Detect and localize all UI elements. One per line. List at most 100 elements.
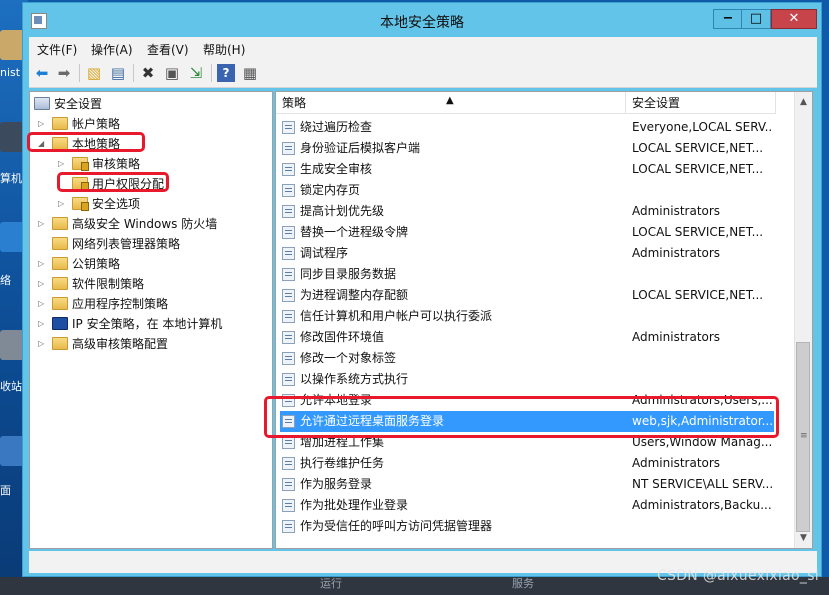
- expand-icon[interactable]: ▷: [38, 114, 48, 134]
- policy-icon: [282, 289, 295, 302]
- policy-row[interactable]: 信任计算机和用户帐户可以执行委派: [280, 306, 774, 327]
- toolbar-separator: [211, 64, 212, 82]
- security-settings-icon: [34, 97, 50, 110]
- policy-name: 以操作系统方式执行: [300, 372, 409, 386]
- expand-icon[interactable]: ▷: [38, 334, 48, 354]
- expand-icon[interactable]: ▷: [38, 274, 48, 294]
- title-bar[interactable]: 本地安全策略 − □ ✕: [23, 3, 821, 37]
- expand-icon[interactable]: ▷: [58, 194, 68, 214]
- folder-icon: [52, 277, 68, 290]
- policy-row[interactable]: 修改固件环境值 Administrators: [280, 327, 774, 348]
- expand-icon[interactable]: ▷: [38, 314, 48, 334]
- menu-view[interactable]: 查看(V): [147, 41, 189, 58]
- policy-row[interactable]: 绕过遍历检查 Everyone,LOCAL SERV...: [280, 117, 774, 138]
- desktop-label: nist: [0, 66, 21, 79]
- policy-name: 作为批处理作业登录: [300, 498, 409, 512]
- menu-file[interactable]: 文件(F): [37, 41, 77, 58]
- folder-icon: [52, 257, 68, 270]
- menu-help[interactable]: 帮助(H): [203, 41, 245, 58]
- desktop-label: 算机: [0, 172, 22, 185]
- policy-row[interactable]: 锁定内存页: [280, 180, 774, 201]
- policy-row[interactable]: 生成安全审核 LOCAL SERVICE,NET...: [280, 159, 774, 180]
- policy-setting: NT SERVICE\ALL SERV...: [632, 477, 772, 491]
- policy-icon: [282, 163, 295, 176]
- column-header-label: 策略: [282, 96, 307, 110]
- forward-icon[interactable]: ➡: [55, 64, 73, 82]
- policy-icon: [282, 142, 295, 155]
- policy-row[interactable]: 执行卷维护任务 Administrators: [280, 453, 774, 474]
- tree-label: 应用程序控制策略: [72, 297, 169, 311]
- policy-row[interactable]: 作为受信任的呼叫方访问凭据管理器: [280, 516, 774, 537]
- desktop-label: 络: [0, 274, 11, 287]
- tree-label: 软件限制策略: [72, 277, 145, 291]
- policy-row[interactable]: 提高计划优先级 Administrators: [280, 201, 774, 222]
- view-icon[interactable]: ▦: [241, 64, 259, 82]
- policy-row[interactable]: 同步目录服务数据: [280, 264, 774, 285]
- policy-row[interactable]: 作为服务登录 NT SERVICE\ALL SERV...: [280, 474, 774, 495]
- scroll-down-icon[interactable]: ▼: [796, 530, 811, 546]
- window-title: 本地安全策略: [380, 15, 464, 31]
- policy-row[interactable]: 身份验证后模拟客户端 LOCAL SERVICE,NET...: [280, 138, 774, 159]
- policy-icon: [282, 520, 295, 533]
- scroll-thumb[interactable]: ≡: [796, 342, 810, 532]
- policy-row[interactable]: 替换一个进程级令牌 LOCAL SERVICE,NET...: [280, 222, 774, 243]
- column-header-label: 安全设置: [632, 96, 681, 110]
- help-icon[interactable]: ?: [217, 64, 235, 82]
- scroll-up-icon[interactable]: ▲: [796, 94, 811, 110]
- sort-ascending-icon: ▲: [446, 95, 454, 106]
- toolbar-separator: [133, 64, 134, 82]
- policy-name: 调试程序: [300, 246, 349, 260]
- policy-setting: LOCAL SERVICE,NET...: [632, 162, 764, 176]
- policy-name: 修改固件环境值: [300, 330, 385, 344]
- policy-row[interactable]: 作为批处理作业登录 Administrators,Backu...: [280, 495, 774, 516]
- policy-icon: [282, 373, 295, 386]
- menu-action[interactable]: 操作(A): [91, 41, 133, 58]
- policy-setting: LOCAL SERVICE,NET...: [632, 225, 764, 239]
- expand-icon[interactable]: ▷: [58, 154, 68, 174]
- expand-icon[interactable]: ▷: [38, 254, 48, 274]
- policy-icon: [282, 226, 295, 239]
- vertical-scrollbar[interactable]: ▲ ≡ ▼: [794, 92, 812, 548]
- maximize-button[interactable]: □: [741, 9, 771, 29]
- policy-setting: Administrators: [632, 456, 721, 470]
- policy-name: 同步目录服务数据: [300, 267, 397, 281]
- show-tree-icon[interactable]: ▤: [109, 64, 127, 82]
- folder-icon: [52, 337, 68, 350]
- expand-icon[interactable]: ▷: [38, 294, 48, 314]
- policy-setting: Administrators: [632, 330, 721, 344]
- minimize-button[interactable]: −: [713, 9, 743, 29]
- policy-setting: Administrators: [632, 204, 721, 218]
- desktop-label: 收站: [0, 380, 22, 393]
- tree-label: 安全设置: [54, 97, 103, 111]
- grip-icon: ≡: [800, 431, 808, 441]
- toolbar: ⬅ ➡ ▧ ▤ ✖ ▣ ⇲ ? ▦: [29, 59, 817, 88]
- delete-icon[interactable]: ✖: [139, 64, 157, 82]
- policy-icon: [282, 457, 295, 470]
- policy-row[interactable]: 为进程调整内存配额 LOCAL SERVICE,NET...: [280, 285, 774, 306]
- close-button[interactable]: ✕: [771, 9, 817, 29]
- policy-name: 执行卷维护任务: [300, 456, 385, 470]
- policy-list-pane: 策略 ▲ 安全设置 绕过遍历检查 Everyone,LOCAL SERV... 身份…: [275, 91, 813, 549]
- folder-icon: [52, 237, 68, 250]
- policy-row[interactable]: 调试程序 Administrators: [280, 243, 774, 264]
- policy-name: 修改一个对象标签: [300, 351, 397, 365]
- csdn-watermark: CSDN @aixuexixiao_si: [656, 568, 819, 584]
- behind-text: 运行: [320, 577, 342, 590]
- column-header-policy[interactable]: 策略 ▲: [276, 92, 626, 114]
- tree-label: IP 安全策略，在 本地计算机: [72, 317, 223, 331]
- policy-setting: Everyone,LOCAL SERV...: [632, 120, 772, 134]
- export-icon[interactable]: ⇲: [187, 64, 205, 82]
- policy-name: 绕过遍历检查: [300, 120, 373, 134]
- properties-icon[interactable]: ▣: [163, 64, 181, 82]
- tree-label: 高级安全 Windows 防火墙: [72, 217, 218, 231]
- toolbar-separator: [79, 64, 80, 82]
- policy-row[interactable]: 以操作系统方式执行: [280, 369, 774, 390]
- policy-name: 生成安全审核: [300, 162, 373, 176]
- up-folder-icon[interactable]: ▧: [85, 64, 103, 82]
- policy-row[interactable]: 修改一个对象标签: [280, 348, 774, 369]
- expand-icon[interactable]: ▷: [38, 214, 48, 234]
- column-header-security-setting[interactable]: 安全设置: [626, 92, 776, 114]
- back-icon[interactable]: ⬅: [33, 64, 51, 82]
- policy-icon: [282, 352, 295, 365]
- policy-name: 为进程调整内存配额: [300, 288, 409, 302]
